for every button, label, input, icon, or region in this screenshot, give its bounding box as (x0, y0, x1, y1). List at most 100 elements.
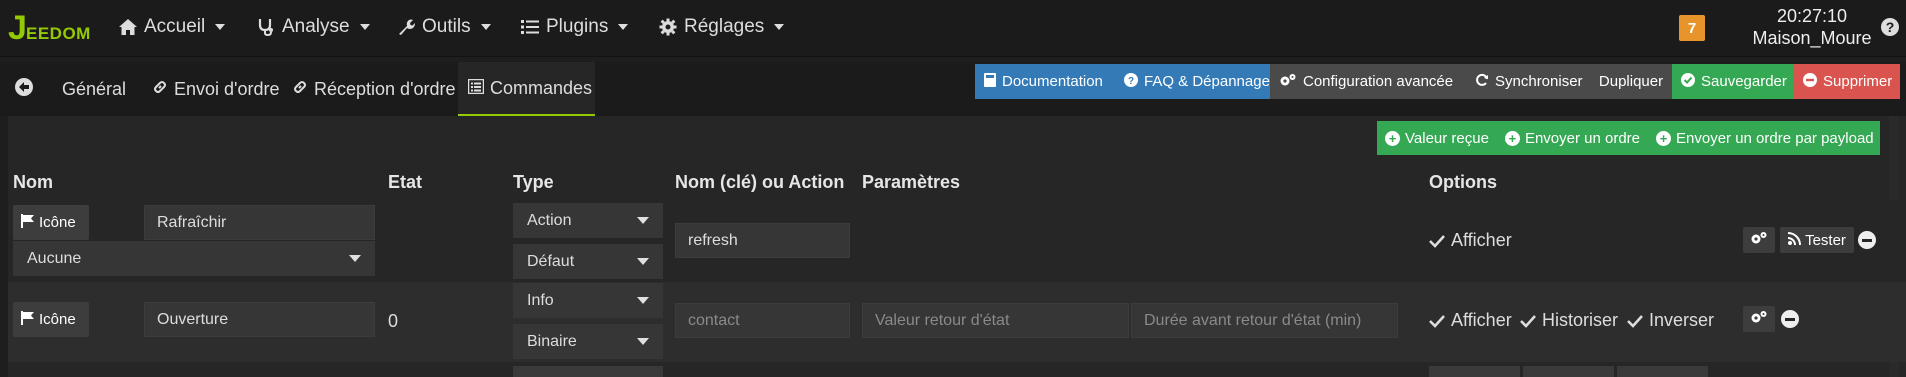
nav-outils[interactable]: Outils (396, 14, 491, 40)
svg-text:?: ? (1886, 19, 1895, 35)
question-circle-icon: ? (1124, 72, 1138, 91)
jeedom-logo[interactable]: J EEDOM (8, 6, 100, 50)
nav-accueil[interactable]: Accueil (118, 14, 226, 40)
choose-icon-button[interactable]: Icône (13, 205, 89, 240)
plus-circle-icon: + (1385, 130, 1400, 146)
check-icon (1429, 313, 1445, 329)
history-option[interactable]: Historiser (1520, 310, 1618, 331)
chevron-down-icon (774, 24, 785, 30)
show-option[interactable]: Afficher (1429, 310, 1512, 331)
cogs-icon (1750, 310, 1768, 328)
flag-icon (21, 213, 34, 232)
show-option[interactable]: Afficher (1429, 230, 1512, 251)
show-option-label: Afficher (1451, 230, 1512, 250)
faq-button[interactable]: ? FAQ & Dépannage (1115, 64, 1270, 99)
header-options: Options (1429, 172, 1497, 192)
return-state-value-input[interactable]: Valeur retour d'état (862, 303, 1129, 338)
gear-icon (658, 17, 678, 37)
logical-id-input[interactable]: contact (675, 303, 850, 338)
chevron-down-icon (637, 297, 649, 304)
chevron-down-icon (480, 24, 491, 30)
nav-plugins[interactable]: Plugins (520, 14, 629, 40)
tab-commandes-label: Commandes (490, 77, 593, 98)
advanced-config-label: Configuration avancée (1303, 73, 1454, 90)
nav-reglages[interactable]: Réglages (658, 14, 785, 40)
list-icon (467, 78, 485, 99)
tab-envoi-ordre[interactable]: Envoi d'ordre (142, 62, 290, 116)
rss-icon (1787, 231, 1802, 249)
faq-label: FAQ & Dépannage (1144, 73, 1270, 90)
delete-button[interactable]: Supprimer (1794, 64, 1900, 99)
subtype-select[interactable]: Binaire (513, 324, 663, 359)
location-name[interactable]: Maison_Moure (1752, 27, 1872, 49)
option-button[interactable] (1617, 366, 1708, 377)
command-name-input[interactable]: Ouverture (144, 302, 375, 337)
chevron-down-icon (637, 258, 649, 265)
wrench-icon (396, 17, 416, 37)
linked-object-value: Aucune (27, 249, 82, 267)
chevron-down-icon (215, 24, 226, 30)
tab-reception-ordre[interactable]: Réception d'ordre (282, 62, 466, 116)
advanced-settings-button[interactable] (1743, 227, 1775, 253)
command-name-input[interactable]: Rafraîchir (144, 205, 375, 240)
remove-command-icon[interactable] (1858, 231, 1876, 249)
logo-text: EEDOM (26, 24, 91, 43)
sync-button[interactable]: Synchroniser (1466, 64, 1590, 99)
documentation-button[interactable]: Documentation (975, 64, 1115, 99)
svg-text:?: ? (1128, 76, 1134, 87)
add-send-payload-button[interactable]: + Envoyer un ordre par payload (1648, 121, 1882, 155)
type-select[interactable]: Action (513, 203, 663, 238)
type-select[interactable]: Info (513, 283, 663, 318)
minus-circle-icon (1803, 72, 1817, 91)
test-button[interactable]: Tester (1780, 227, 1854, 253)
tab-commandes[interactable]: Commandes (458, 62, 595, 116)
add-command-bar: + Valeur reçue + Envoyer un ordre + Envo… (1377, 121, 1880, 155)
linked-object-select[interactable]: Aucune (13, 241, 375, 276)
nav-outils-label: Outils (422, 16, 471, 37)
invert-option-label: Inverser (1649, 310, 1715, 330)
logical-id-input[interactable]: refresh (675, 223, 850, 258)
option-button[interactable] (1429, 366, 1520, 377)
book-icon (984, 72, 996, 91)
chevron-down-icon (618, 24, 629, 30)
remove-command-icon[interactable] (1781, 310, 1799, 328)
test-label: Tester (1805, 231, 1846, 249)
add-send-payload-label: Envoyer un ordre par payload (1676, 129, 1874, 147)
subtype-value: Binaire (527, 332, 577, 350)
tab-envoi-ordre-label: Envoi d'ordre (174, 78, 280, 99)
add-received-value-label: Valeur reçue (1405, 129, 1489, 147)
chevron-down-icon (637, 217, 649, 224)
duplicate-button[interactable]: Dupliquer (1590, 64, 1672, 99)
choose-icon-button[interactable]: Icône (13, 302, 89, 337)
save-label: Sauvegarder (1701, 73, 1787, 90)
link-icon (292, 79, 308, 100)
type-select[interactable] (513, 366, 663, 377)
refresh-icon (1475, 73, 1489, 91)
advanced-settings-button[interactable] (1743, 306, 1775, 332)
documentation-label: Documentation (1002, 73, 1103, 90)
add-send-order-label: Envoyer un ordre (1524, 129, 1641, 147)
back-button[interactable] (4, 62, 44, 116)
link-icon (152, 79, 168, 100)
tab-general[interactable]: Général (52, 62, 136, 116)
choose-icon-label: Icône (39, 214, 76, 231)
add-send-order-button[interactable]: + Envoyer un ordre (1497, 121, 1648, 155)
nav-reglages-label: Réglages (684, 16, 765, 37)
top-navbar: J EEDOM Accueil Analyse Outils Plugins R… (0, 0, 1906, 57)
advanced-config-button[interactable]: Configuration avancée (1270, 64, 1466, 99)
check-circle-icon (1681, 72, 1695, 91)
message-count-badge[interactable]: 7 (1679, 15, 1705, 41)
subtype-select[interactable]: Défaut (513, 244, 663, 279)
nav-plugins-label: Plugins (546, 16, 609, 37)
save-button[interactable]: Sauvegarder (1672, 64, 1794, 99)
header-name: Nom (13, 172, 53, 192)
logo-letter: J (8, 9, 27, 47)
return-state-delay-input[interactable]: Durée avant retour d'état (min) (1131, 303, 1398, 338)
history-option-label: Historiser (1542, 310, 1619, 330)
check-icon (1520, 313, 1536, 329)
nav-analyse[interactable]: Analyse (256, 14, 370, 40)
help-icon[interactable]: ? (1880, 17, 1900, 37)
add-received-value-button[interactable]: + Valeur reçue (1377, 121, 1497, 155)
option-button[interactable] (1523, 366, 1614, 377)
invert-option[interactable]: Inverser (1627, 310, 1714, 331)
